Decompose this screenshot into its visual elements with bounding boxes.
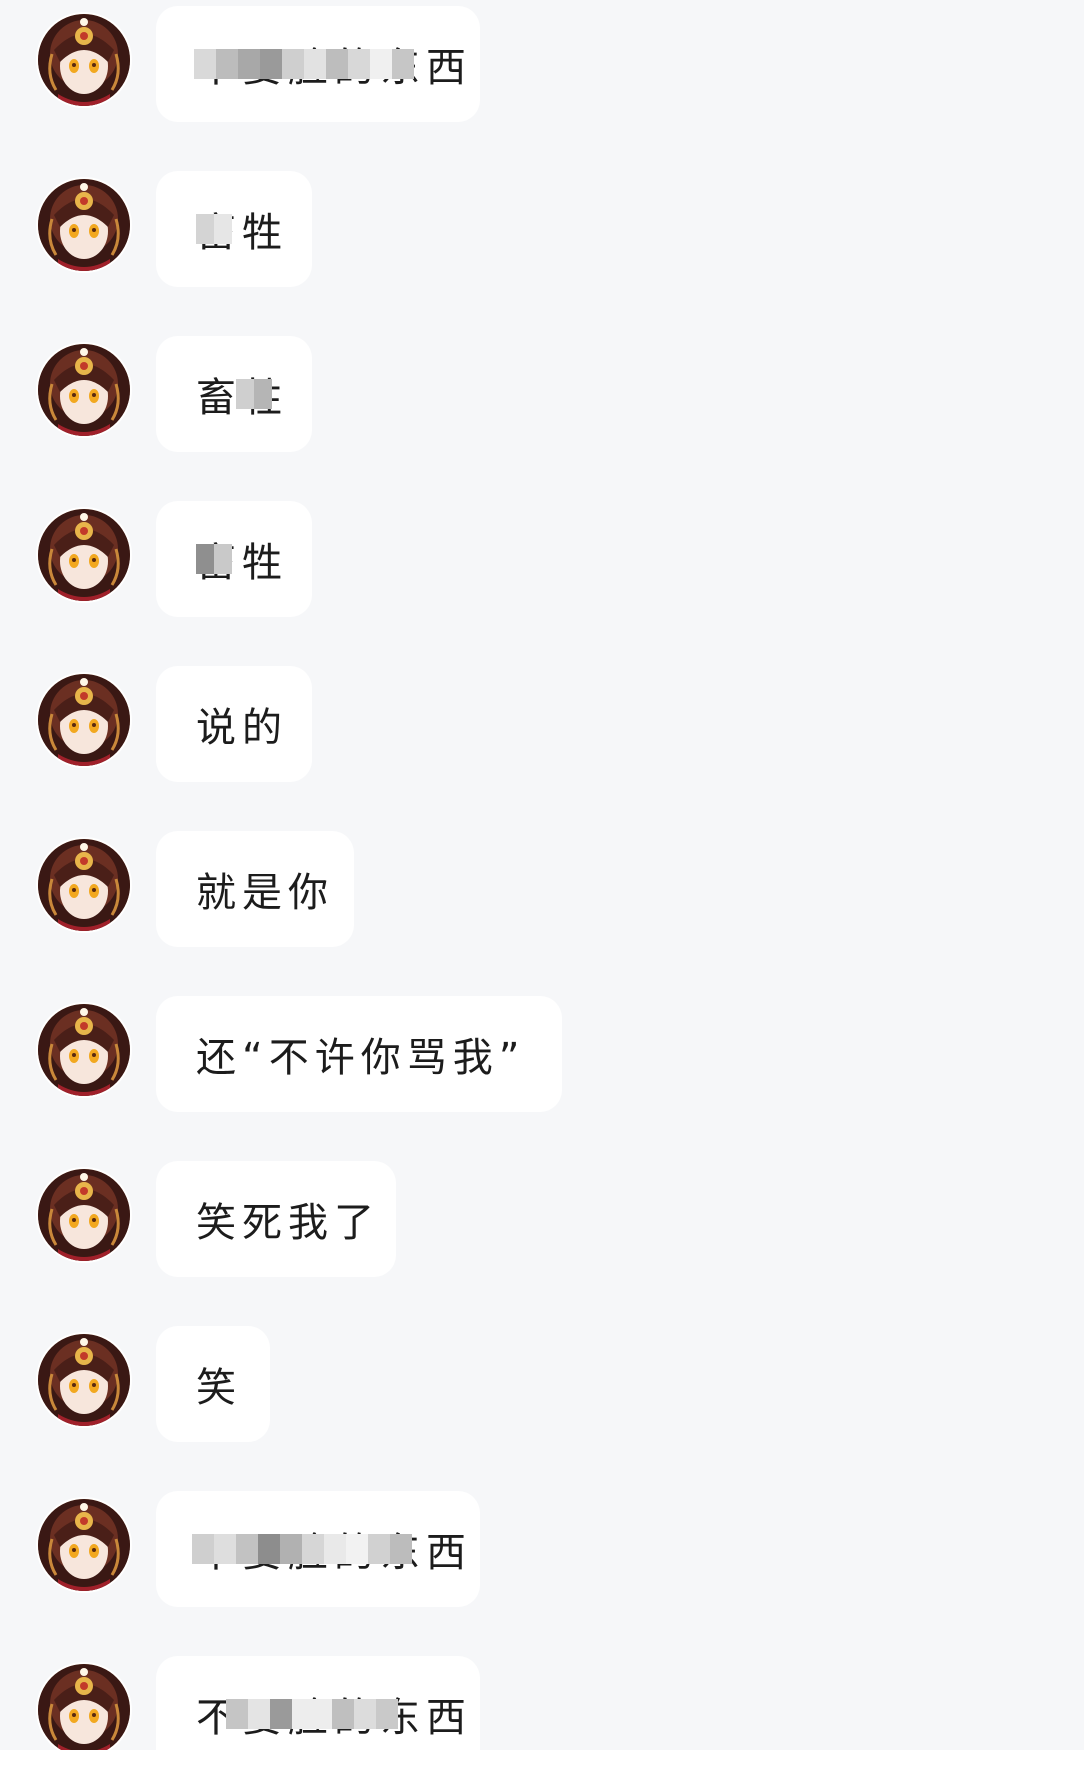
sender-avatar[interactable] — [38, 179, 130, 271]
anime-girl-avatar-icon — [38, 179, 130, 271]
anime-girl-avatar-icon — [38, 1664, 130, 1750]
message-text: 就是你 — [196, 870, 334, 916]
chat-message-list[interactable]: 不要脸的东西 — [0, 0, 1084, 1750]
message-bubble[interactable]: 笑死我了 — [156, 1161, 396, 1277]
privacy-mosaic — [196, 544, 232, 574]
sender-avatar[interactable] — [38, 1004, 130, 1096]
message-row: 就是你 — [0, 831, 1084, 949]
message-row: 笑 — [0, 1326, 1084, 1444]
sender-avatar[interactable] — [38, 1499, 130, 1591]
sender-avatar[interactable] — [38, 1169, 130, 1261]
anime-girl-avatar-icon — [38, 1169, 130, 1261]
message-bubble[interactable]: 不要脸的东西 — [156, 1491, 480, 1607]
message-row: 不要脸的东西 — [0, 6, 1084, 124]
sender-avatar[interactable] — [38, 1664, 130, 1750]
message-text: 还“不许你骂我” — [196, 1035, 526, 1081]
privacy-mosaic — [226, 1699, 398, 1729]
message-bubble[interactable]: 畜牲 — [156, 336, 312, 452]
sender-avatar[interactable] — [38, 839, 130, 931]
anime-girl-avatar-icon — [38, 1334, 130, 1426]
anime-girl-avatar-icon — [38, 839, 130, 931]
anime-girl-avatar-icon — [38, 509, 130, 601]
message-bubble[interactable]: 笑 — [156, 1326, 270, 1442]
message-text: 笑死我了 — [196, 1200, 380, 1246]
anime-girl-avatar-icon — [38, 344, 130, 436]
message-row: 畜牲 — [0, 336, 1084, 454]
message-row: 不要脸的东西 — [0, 1656, 1084, 1750]
message-row: 畜牲 — [0, 171, 1084, 289]
message-bubble[interactable]: 说的 — [156, 666, 312, 782]
sender-avatar[interactable] — [38, 344, 130, 436]
privacy-mosaic — [196, 214, 232, 244]
sender-avatar[interactable] — [38, 14, 130, 106]
sender-avatar[interactable] — [38, 509, 130, 601]
anime-girl-avatar-icon — [38, 1499, 130, 1591]
message-bubble[interactable]: 不要脸的东西 — [156, 1656, 480, 1750]
sender-avatar[interactable] — [38, 674, 130, 766]
message-bubble[interactable]: 畜牲 — [156, 501, 312, 617]
anime-girl-avatar-icon — [38, 14, 130, 106]
message-bubble[interactable]: 不要脸的东西 — [156, 6, 480, 122]
message-bubble[interactable]: 就是你 — [156, 831, 354, 947]
message-row: 说的 — [0, 666, 1084, 784]
message-row: 畜牲 — [0, 501, 1084, 619]
message-text: 笑 — [196, 1365, 242, 1411]
message-row: 笑死我了 — [0, 1161, 1084, 1279]
sender-avatar[interactable] — [38, 1334, 130, 1426]
anime-girl-avatar-icon — [38, 1004, 130, 1096]
message-row: 还“不许你骂我” — [0, 996, 1084, 1114]
privacy-mosaic — [194, 49, 414, 79]
message-text: 说的 — [196, 705, 288, 751]
anime-girl-avatar-icon — [38, 674, 130, 766]
bottom-bar — [0, 1750, 1084, 1786]
message-row: 不要脸的东西 — [0, 1491, 1084, 1609]
privacy-mosaic — [236, 379, 272, 409]
message-bubble[interactable]: 还“不许你骂我” — [156, 996, 562, 1112]
privacy-mosaic — [192, 1534, 412, 1564]
message-bubble[interactable]: 畜牲 — [156, 171, 312, 287]
